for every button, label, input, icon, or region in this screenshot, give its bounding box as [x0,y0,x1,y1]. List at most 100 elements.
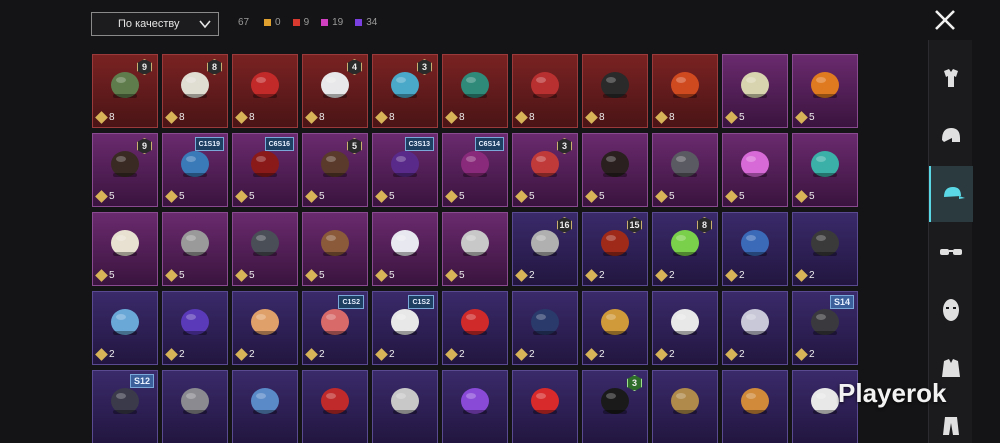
item-tile[interactable]: C1S19 5 [162,133,228,207]
item-tile[interactable]: 5 [372,212,438,286]
glasses-icon [940,249,962,255]
diamond-icon [445,190,458,203]
item-tile[interactable]: 55 [302,133,368,207]
item-tile[interactable]: 2 [722,291,788,365]
diamond-icon [795,348,808,361]
item-tile[interactable]: 82 [652,212,718,286]
item-value-label: 2 [529,270,535,281]
item-value: 8 [95,111,115,124]
item-tile[interactable]: 2 [792,212,858,286]
chef-mask-icon [391,309,419,335]
item-value: 8 [515,111,535,124]
item-tile[interactable]: 2 [722,212,788,286]
item-value-label: 5 [179,270,185,281]
grey-hair-icon [181,230,209,256]
item-tile[interactable]: C1S2 2 [372,291,438,365]
item-value: 8 [235,111,255,124]
braided-hair-icon [601,151,629,177]
item-tile[interactable]: 98 [92,54,158,128]
item-tile[interactable] [302,370,368,443]
item-tile[interactable]: 5 [302,212,368,286]
white-hair-icon [181,72,209,98]
item-tile[interactable]: 2 [232,291,298,365]
item-value: 2 [305,348,325,361]
item-tile[interactable]: C6S16 5 [232,133,298,207]
item-tile[interactable]: 5 [162,212,228,286]
item-tile[interactable]: 5 [722,54,788,128]
category-mask[interactable] [929,282,973,338]
item-tile[interactable]: 3 [582,370,648,443]
item-tile[interactable]: 5 [582,133,648,207]
item-tile[interactable]: 2 [512,291,578,365]
item-tile[interactable] [722,370,788,443]
item-tile[interactable]: 15 2 [582,212,648,286]
item-tile[interactable] [652,370,718,443]
dotted-cap-icon [111,309,139,335]
item-tile[interactable]: 5 [792,133,858,207]
category-cap[interactable] [929,166,973,222]
watermark: Playerok [838,378,947,408]
silver-helmet-icon [181,388,209,414]
item-tile[interactable] [232,370,298,443]
item-tile[interactable]: 8 [652,54,718,128]
item-tile[interactable]: 16 2 [512,212,578,286]
close-icon[interactable] [931,6,959,34]
item-tile[interactable]: 8 [442,54,508,128]
item-tile[interactable] [512,370,578,443]
item-tile[interactable]: C3S13 5 [372,133,438,207]
item-tile[interactable] [372,370,438,443]
season-badge: C6S16 [264,137,294,151]
item-value-label: 8 [179,112,185,123]
clown-mask-icon [391,72,419,98]
item-tile[interactable]: 35 [512,133,578,207]
pants-icon [943,417,959,435]
item-value-label: 5 [389,270,395,281]
category-helmet[interactable] [929,108,973,164]
item-value: 2 [655,269,675,282]
item-tile[interactable]: 5 [652,133,718,207]
season-badge: C3S13 [404,137,434,151]
helmet-icon [942,128,960,142]
dark-hair-icon [111,151,139,177]
item-tile[interactable]: 2 [652,291,718,365]
item-tile[interactable]: 8 [232,54,298,128]
item-tile[interactable]: 88 [162,54,228,128]
item-value: 2 [795,269,815,282]
dragon-helmet-icon [461,72,489,98]
item-tile[interactable]: 5 [442,212,508,286]
item-tile[interactable]: 2 [92,291,158,365]
item-tile[interactable] [162,370,228,443]
item-tile[interactable]: 38 [372,54,438,128]
category-glasses[interactable] [929,224,973,280]
item-tile[interactable]: 2 [162,291,228,365]
item-tile[interactable]: 5 [232,212,298,286]
item-tile[interactable]: 5 [792,54,858,128]
item-tile[interactable]: C6S14 5 [442,133,508,207]
item-tile[interactable]: 8 [512,54,578,128]
item-value-label: 5 [459,270,465,281]
item-value: 2 [165,348,185,361]
item-tile[interactable]: 5 [92,212,158,286]
sort-dropdown[interactable]: По качеству [91,12,219,36]
diamond-icon [515,269,528,282]
item-tile[interactable]: 95 [92,133,158,207]
category-outfit[interactable] [929,50,973,106]
creature-mask-icon [181,151,209,177]
season-badge: S12 [129,374,154,388]
item-value: 8 [445,111,465,124]
item-tile[interactable]: 5 [722,133,788,207]
item-tile[interactable]: 48 [302,54,368,128]
item-tile[interactable]: S12 [92,370,158,443]
item-tile[interactable]: S14 2 [792,291,858,365]
item-tile[interactable]: 2 [582,291,648,365]
item-tile[interactable]: 8 [582,54,648,128]
item-value-label: 5 [319,191,325,202]
diamond-icon [725,269,738,282]
item-tile[interactable]: 2 [442,291,508,365]
red-mask-icon [531,72,559,98]
diamond-icon [795,190,808,203]
chevron-down-icon [199,20,211,29]
item-tile[interactable] [442,370,508,443]
item-tile[interactable]: C1S2 2 [302,291,368,365]
mech-helmet-icon [671,72,699,98]
